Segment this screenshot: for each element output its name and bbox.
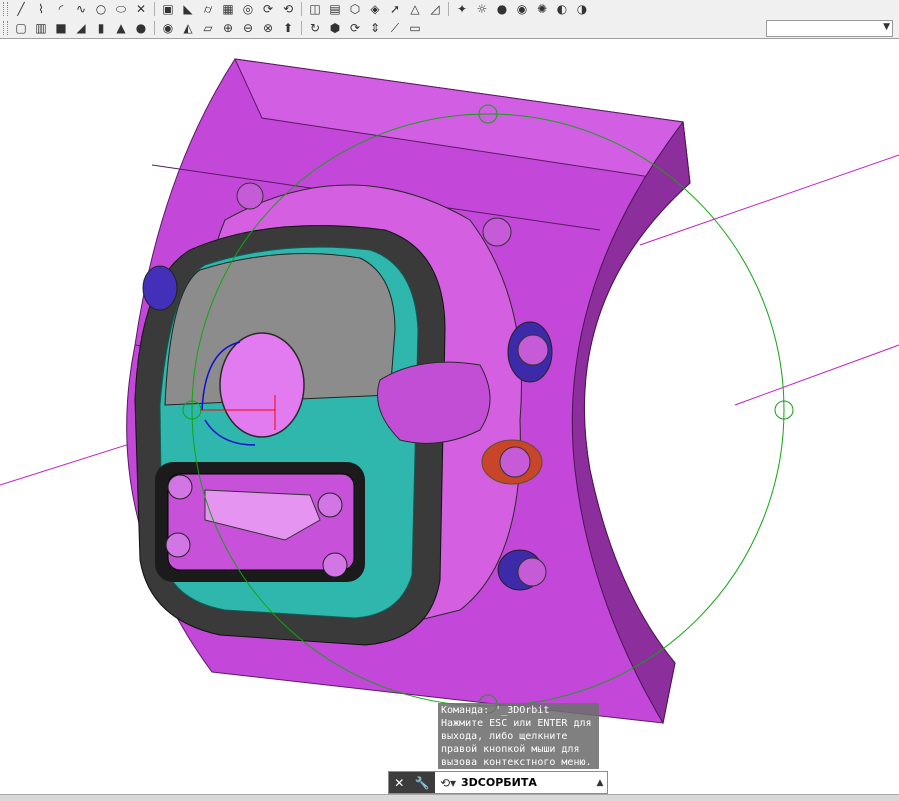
box-icon[interactable]: ▣ (160, 1, 176, 17)
presspull-icon[interactable]: ⇕ (367, 20, 383, 36)
revolve-icon[interactable]: ↻ (307, 20, 323, 36)
outer-bolt (482, 217, 512, 247)
bolt (322, 552, 348, 578)
sweep-icon[interactable]: ⟳ (260, 1, 276, 17)
ruler-icon[interactable]: ◿ (427, 1, 443, 17)
planar-icon[interactable]: ▱ (200, 20, 216, 36)
wedge-solid-icon[interactable]: ◢ (73, 20, 89, 36)
toolbar-separator (301, 2, 302, 16)
cube-icon[interactable]: ▦ (220, 1, 236, 17)
command-line-controls: ✕ 🔧 (389, 772, 435, 793)
bolt (167, 474, 193, 500)
sky-icon[interactable]: ◐ (554, 1, 570, 17)
command-line[interactable]: ✕ 🔧 ⟲▾ 3DСОРБИТА ▲ (388, 771, 608, 794)
polyline-icon[interactable]: ⌇ (33, 1, 49, 17)
toolbar-separator (154, 2, 155, 16)
torus-solid-icon[interactable]: ◉ (160, 20, 176, 36)
layer-dropdown[interactable]: ▼ (766, 19, 893, 37)
trash-icon[interactable]: ▤ (327, 1, 343, 17)
chevron-down-icon[interactable]: ▼ (883, 22, 890, 32)
render-icon[interactable]: ● (494, 1, 510, 17)
command-prompt-icon[interactable]: ⟲▾ (435, 776, 461, 790)
tooltip-line: вызова контекстного меню. (441, 757, 592, 768)
toolbar-separator (448, 2, 449, 16)
bolt (165, 532, 191, 558)
extrude-icon[interactable]: ⬆ (280, 20, 296, 36)
toolbar-grip[interactable] (3, 21, 8, 35)
outer-bolt (499, 446, 531, 478)
chevron-up-icon[interactable]: ▲ (593, 778, 607, 788)
close-icon[interactable]: ✕ (394, 776, 404, 790)
toolbar-separator (301, 21, 302, 35)
command-input[interactable]: 3DСОРБИТА (461, 776, 593, 789)
arc-icon[interactable]: ◜ (53, 1, 69, 17)
light-icon[interactable]: ✦ (454, 1, 470, 17)
axis-line-right-lower (734, 344, 899, 406)
torus-icon[interactable]: ◎ (240, 1, 256, 17)
cross-icon[interactable]: ✕ (133, 1, 149, 17)
side-lever (377, 361, 491, 444)
view-icon[interactable]: ▢ (13, 20, 29, 36)
subtract-icon[interactable]: ⊖ (240, 20, 256, 36)
sphere-icon[interactable]: ● (133, 20, 149, 36)
background-icon[interactable]: ◑ (574, 1, 590, 17)
spline-icon[interactable]: ∿ (73, 1, 89, 17)
shell-icon[interactable]: ▭ (407, 20, 423, 36)
outer-bolt (517, 334, 549, 366)
tooltip-line: Нажмите ESC или ENTER для (441, 718, 592, 729)
outer-bolt (236, 182, 264, 210)
camera-icon[interactable]: ◫ (307, 1, 323, 17)
bolt (317, 492, 343, 518)
material-icon[interactable]: ◉ (514, 1, 530, 17)
slice-icon[interactable]: ⟋ (387, 20, 403, 36)
pyramid-icon[interactable]: △ (407, 1, 423, 17)
line-icon[interactable]: ╱ (13, 1, 29, 17)
model-3d-view[interactable] (0, 39, 899, 789)
loft-icon[interactable]: ⬢ (327, 20, 343, 36)
arrow-icon[interactable]: ➚ (387, 1, 403, 17)
tooltip-line: Команда: '_3DOrbit (441, 705, 550, 716)
tooltip-line: правой кнопкой мыши для (441, 744, 580, 755)
tooltip-line: выхода, либо щелкните (441, 731, 568, 742)
box-solid-icon[interactable]: ■ (53, 20, 69, 36)
wedge-icon[interactable]: ◣ (180, 1, 196, 17)
cylinder-solid-icon[interactable]: ▮ (93, 20, 109, 36)
command-tooltip: Команда: '_3DOrbit Нажмите ESC или ENTER … (438, 703, 599, 769)
views-icon[interactable]: ▥ (33, 20, 49, 36)
palette-icon[interactable]: ✺ (534, 1, 550, 17)
blue-washer (142, 265, 178, 311)
sweep-solid-icon[interactable]: ⟳ (347, 20, 363, 36)
fly-icon[interactable]: ◈ (367, 1, 383, 17)
sun-icon[interactable]: ☼ (474, 1, 490, 17)
orbit-icon[interactable]: ⟲ (280, 1, 296, 17)
toolbar-top: ╱ ⌇ ◜ ∿ ○ ⬭ ✕ ▣ ◣ ⌭ ▦ ◎ ⟳ ⟲ ◫ ▤ ⬡ ◈ ➚ △ ◿ ✦ ☼ ● ◉ ✺ ◐ ◑ (0, 0, 899, 19)
cylinder-icon[interactable]: ⌭ (200, 1, 216, 17)
bore-hole (219, 332, 305, 438)
drawing-viewport[interactable] (0, 39, 899, 789)
wrench-icon[interactable]: 🔧 (415, 776, 430, 790)
outer-bolt (517, 557, 547, 587)
pyramid-solid-icon[interactable]: ◭ (180, 20, 196, 36)
circle-icon[interactable]: ○ (93, 1, 109, 17)
ellipse-icon[interactable]: ⬭ (113, 1, 129, 17)
intersect-icon[interactable]: ⊗ (260, 20, 276, 36)
union-icon[interactable]: ⊕ (220, 20, 236, 36)
toolbar-grip[interactable] (3, 2, 8, 16)
cone-icon[interactable]: ▲ (113, 20, 129, 36)
toolbar-separator (154, 21, 155, 35)
walk-icon[interactable]: ⬡ (347, 1, 363, 17)
toolbar-second: ▢ ▥ ■ ◢ ▮ ▲ ● ◉ ◭ ▱ ⊕ ⊖ ⊗ ⬆ ↻ ⬢ ⟳ ⇕ ⟋ ▭ ▼ (0, 18, 899, 39)
